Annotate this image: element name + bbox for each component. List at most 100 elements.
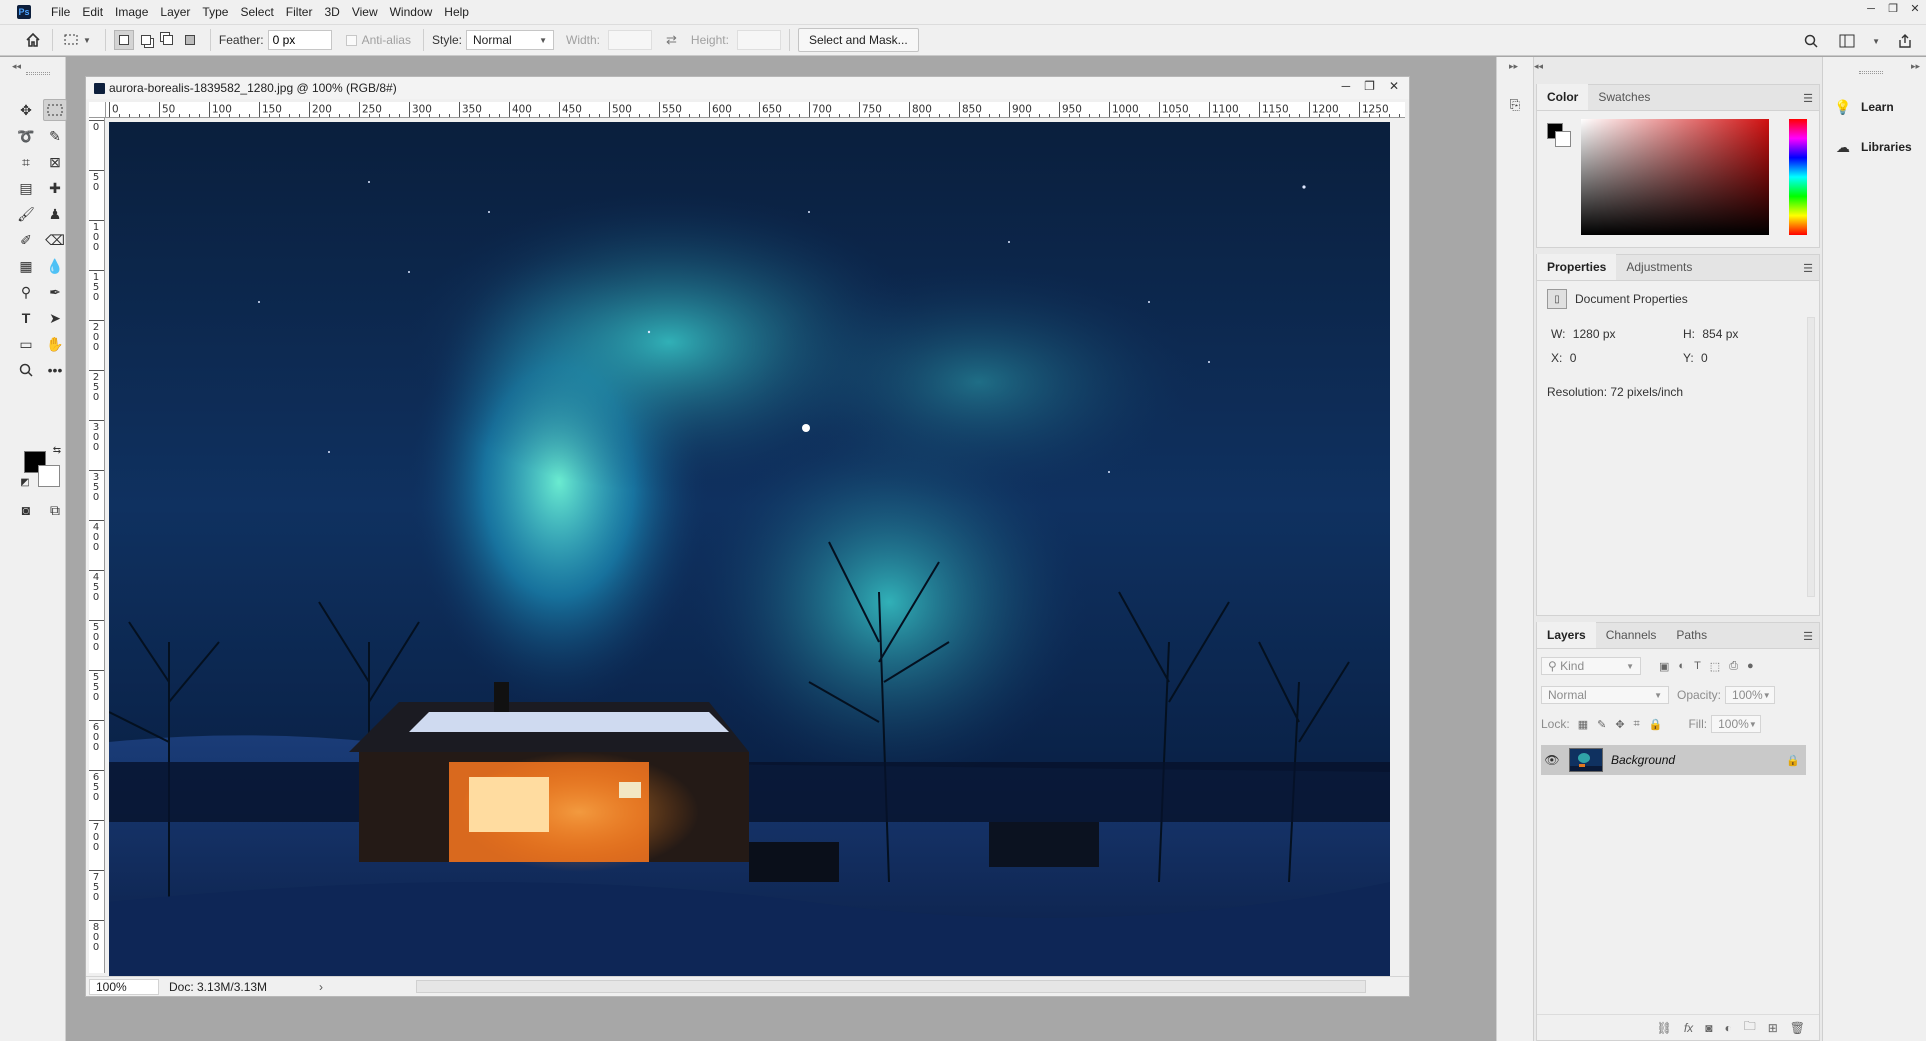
vertical-ruler[interactable]: 0 50 100 150 200 250 300 350 400 450 500 550 600 650 7… xyxy=(89,118,105,973)
gradient-tool-icon[interactable]: ▦ xyxy=(14,255,38,277)
workspace-icon[interactable] xyxy=(1836,30,1858,52)
adjustment-layer-icon[interactable]: ◐ xyxy=(1724,1021,1731,1035)
lock-all-icon[interactable]: 🔒 xyxy=(1649,718,1663,731)
y-value[interactable]: 0 xyxy=(1701,351,1708,365)
menu-image[interactable]: Image xyxy=(109,0,154,24)
panel-grip[interactable] xyxy=(26,72,50,75)
horizontal-ruler[interactable]: 0 50 100 150 200 250 300 350 400 450 500 550 600 650 7… xyxy=(106,102,1405,118)
menu-3d[interactable]: 3D xyxy=(318,0,345,24)
swap-colors-icon[interactable]: ⇆ xyxy=(50,443,64,457)
clone-stamp-tool-icon[interactable]: ♟ xyxy=(43,203,67,225)
doc-minimize-button[interactable]: ─ xyxy=(1342,79,1351,93)
filter-type-icon[interactable]: T xyxy=(1694,660,1701,673)
opacity-field[interactable]: 100% ▼ xyxy=(1725,686,1776,704)
history-brush-tool-icon[interactable]: ✐ xyxy=(14,229,38,251)
menu-layer[interactable]: Layer xyxy=(154,0,196,24)
layer-row[interactable]: 👁 Background 🔒 xyxy=(1541,745,1806,775)
height-input[interactable] xyxy=(736,30,781,50)
hand-tool-icon[interactable]: ✋ xyxy=(43,333,67,355)
color-field[interactable] xyxy=(1581,119,1769,235)
swap-dimensions-icon[interactable]: ⇄ xyxy=(666,32,677,48)
frame-tool-icon[interactable]: ⊠ xyxy=(43,151,67,173)
tab-channels[interactable]: Channels xyxy=(1596,622,1667,648)
x-value[interactable]: 0 xyxy=(1570,351,1577,365)
restore-button[interactable]: ❐ xyxy=(1882,0,1904,18)
type-tool-icon[interactable]: T xyxy=(14,307,38,329)
w-value[interactable]: 1280 px xyxy=(1573,327,1616,341)
eyedropper-tool-icon[interactable]: ▤ xyxy=(14,177,38,199)
new-layer-icon[interactable]: ⊞ xyxy=(1768,1021,1778,1035)
more-tools-icon[interactable]: ••• xyxy=(43,359,67,381)
antialias-checkbox[interactable] xyxy=(345,34,357,46)
screen-mode-icon[interactable]: ⧉ xyxy=(43,499,67,521)
menu-type[interactable]: Type xyxy=(196,0,234,24)
search-icon[interactable] xyxy=(1800,30,1822,52)
lasso-tool-icon[interactable]: ➰ xyxy=(14,125,38,147)
libraries-button[interactable]: ☁ Libraries xyxy=(1823,127,1926,167)
quick-selection-tool-icon[interactable]: ✎ xyxy=(43,125,67,147)
home-icon[interactable] xyxy=(22,29,44,51)
menu-window[interactable]: Window xyxy=(384,0,439,24)
add-selection-button[interactable] xyxy=(136,30,156,50)
history-panel-icon[interactable]: ⎘ xyxy=(1505,95,1525,115)
document-info[interactable]: Doc: 3.13M/3.13M xyxy=(169,980,309,994)
doc-restore-button[interactable]: ❐ xyxy=(1364,79,1375,93)
expand-icon[interactable]: ▸▸ xyxy=(1509,61,1518,72)
fill-field[interactable]: 100% ▼ xyxy=(1711,715,1762,733)
subtract-selection-button[interactable] xyxy=(158,30,178,50)
link-layers-icon[interactable]: ⛓ xyxy=(1657,1021,1672,1035)
layer-thumbnail[interactable] xyxy=(1569,748,1603,772)
lock-image-icon[interactable]: ✎ xyxy=(1597,718,1606,731)
collapse-icon[interactable]: ◂◂ xyxy=(1534,61,1543,72)
learn-button[interactable]: 💡 Learn xyxy=(1823,87,1926,127)
minimize-button[interactable]: ─ xyxy=(1860,0,1882,18)
collapse-icon[interactable]: ▸▸ xyxy=(1911,61,1920,72)
delete-layer-icon[interactable]: 🗑 xyxy=(1790,1021,1805,1035)
dodge-tool-icon[interactable]: ⚲ xyxy=(14,281,38,303)
menu-filter[interactable]: Filter xyxy=(280,0,319,24)
layer-filter-kind[interactable]: ⚲ Kind ▼ xyxy=(1541,657,1641,675)
blur-tool-icon[interactable]: 💧 xyxy=(43,255,67,277)
new-group-icon[interactable]: 🗀 xyxy=(1744,1017,1756,1038)
doc-close-button[interactable]: ✕ xyxy=(1389,79,1399,93)
panel-menu-icon[interactable]: ☰ xyxy=(1803,92,1813,105)
menu-help[interactable]: Help xyxy=(438,0,475,24)
panel-menu-icon[interactable]: ☰ xyxy=(1803,630,1813,643)
brush-tool-icon[interactable]: 🖌 xyxy=(14,203,38,225)
menu-file[interactable]: File xyxy=(45,0,76,24)
background-color-swatch[interactable] xyxy=(38,465,60,487)
menu-view[interactable]: View xyxy=(346,0,384,24)
chevron-right-icon[interactable]: › xyxy=(319,980,323,994)
menu-edit[interactable]: Edit xyxy=(76,0,109,24)
filter-shape-icon[interactable]: ⬚ xyxy=(1710,660,1720,673)
crop-tool-icon[interactable]: ⌗ xyxy=(14,151,38,173)
tab-layers[interactable]: Layers xyxy=(1537,622,1596,648)
feather-input[interactable] xyxy=(267,30,332,50)
close-button[interactable]: ✕ xyxy=(1904,0,1926,18)
lock-transparent-icon[interactable]: ▦ xyxy=(1578,718,1588,731)
rectangle-tool-icon[interactable]: ▭ xyxy=(14,333,38,355)
filter-toggle-icon[interactable]: ● xyxy=(1747,660,1754,673)
new-selection-button[interactable] xyxy=(113,30,134,50)
default-colors-icon[interactable]: ◩ xyxy=(18,475,32,489)
tab-color[interactable]: Color xyxy=(1537,84,1589,110)
tab-paths[interactable]: Paths xyxy=(1666,622,1717,648)
zoom-field[interactable]: 100% xyxy=(89,978,159,995)
color-bg-swatch[interactable] xyxy=(1555,131,1571,147)
lock-artboard-icon[interactable]: ⌗ xyxy=(1634,718,1640,731)
tab-properties[interactable]: Properties xyxy=(1537,254,1617,280)
move-tool-icon[interactable]: ✥ xyxy=(14,99,38,121)
layer-style-icon[interactable]: fx xyxy=(1684,1021,1693,1035)
layer-mask-icon[interactable]: ◙ xyxy=(1705,1021,1712,1035)
filter-smart-object-icon[interactable]: ⎙ xyxy=(1729,660,1738,673)
zoom-tool-icon[interactable] xyxy=(14,359,38,381)
marquee-preset-icon[interactable] xyxy=(61,29,83,51)
chevron-down-icon[interactable]: ▼ xyxy=(1872,37,1880,46)
chevron-down-icon[interactable]: ▼ xyxy=(83,36,91,45)
width-input[interactable] xyxy=(608,30,653,50)
marquee-tool-icon[interactable] xyxy=(43,99,67,121)
panel-menu-icon[interactable]: ☰ xyxy=(1803,262,1813,275)
tab-swatches[interactable]: Swatches xyxy=(1588,84,1660,110)
ruler-origin[interactable] xyxy=(89,102,106,118)
collapse-icon[interactable]: ◂◂ xyxy=(12,61,21,72)
